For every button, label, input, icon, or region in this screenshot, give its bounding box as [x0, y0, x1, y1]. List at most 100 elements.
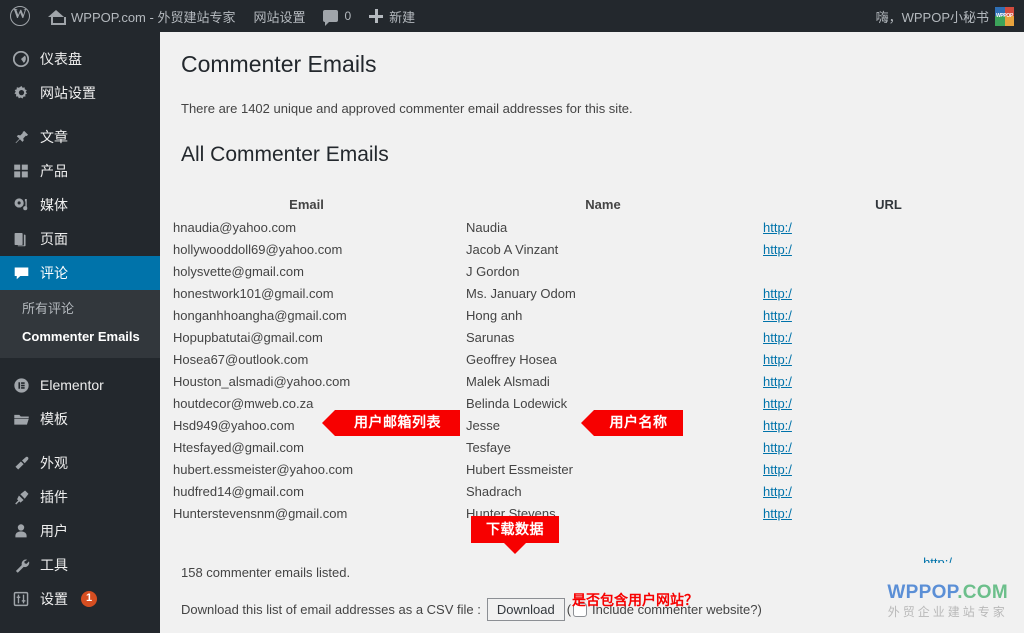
cell-url: http:/: [753, 352, 1024, 367]
cell-url: http:/: [753, 396, 1024, 411]
brush-icon: [11, 453, 31, 473]
sidebar-item-dashboard[interactable]: 仪表盘: [0, 42, 160, 76]
sidebar-item-tools[interactable]: 工具: [0, 548, 160, 582]
cell-name: Jacob A Vinzant: [466, 241, 559, 257]
wrench-icon: [11, 555, 31, 575]
sidebar-item-label: 产品: [40, 163, 68, 179]
commenter-url-link[interactable]: http:/: [763, 330, 792, 345]
sidebar-item-label: 媒体: [40, 197, 68, 213]
cell-name: Naudia: [466, 219, 508, 235]
comments-menu[interactable]: 0: [314, 0, 360, 32]
column-header-url: URL: [875, 196, 902, 212]
cell-email: Houston_alsmadi@yahoo.com: [173, 373, 351, 389]
watermark-brand: WPPOP.COM: [887, 582, 1008, 604]
annotation-include-website: 是否包含用户网站？: [572, 593, 698, 609]
commenter-url-link[interactable]: http:/: [763, 220, 792, 235]
home-icon: [48, 9, 66, 25]
commenter-url-link[interactable]: http:/: [763, 286, 792, 301]
table-row: hollywooddoll69@yahoo.com Jacob A Vinzant…: [160, 238, 1024, 260]
menu-separator-1: [0, 110, 160, 120]
sidebar-item-users[interactable]: 用户: [0, 514, 160, 548]
sidebar-item-label: 设置: [40, 591, 68, 607]
avatar-label: WPPOP: [995, 12, 1014, 19]
commenter-url-link[interactable]: http:/: [763, 242, 792, 257]
folder-icon: [11, 409, 31, 429]
paren-open: (: [566, 602, 572, 617]
wordpress-logo-icon: W: [10, 6, 30, 26]
table-row: hnaudia@yahoo.com Naudia http:/: [160, 216, 1024, 238]
cell-email: hudfred14@gmail.com: [173, 483, 304, 499]
sidebar-item-comments[interactable]: 评论: [0, 256, 168, 290]
commenter-url-link[interactable]: http:/: [763, 440, 792, 455]
sidebar-item-products[interactable]: 产品: [0, 154, 160, 188]
submenu-item-label: Commenter Emails: [22, 329, 140, 344]
cell-url: http:/: [753, 506, 1024, 521]
commenter-url-link[interactable]: http:/: [763, 308, 792, 323]
column-header-email: Email: [289, 196, 324, 212]
commenter-url-link[interactable]: http:/: [763, 396, 792, 411]
site-settings-menu[interactable]: 网站设置: [244, 0, 314, 32]
truncated-link[interactable]: http:/: [923, 556, 952, 563]
column-header-name: Name: [585, 196, 621, 212]
page-title: Commenter Emails: [181, 51, 377, 77]
new-label: 新建: [389, 9, 416, 25]
sidebar-item-settings[interactable]: 设置 1: [0, 582, 160, 616]
sidebar-item-pages[interactable]: 页面: [0, 222, 160, 256]
cell-url: http:/: [753, 374, 1024, 389]
commenter-url-link[interactable]: http:/: [763, 352, 792, 367]
cell-url: http:/: [753, 242, 1024, 257]
cell-url: http:/: [753, 308, 1024, 323]
menu-spacer-top: [0, 32, 160, 42]
wordpress-logo-menu[interactable]: W: [0, 0, 39, 32]
sidebar-item-posts[interactable]: 文章: [0, 120, 160, 154]
submenu-item-all-comments[interactable]: 所有评论: [0, 295, 160, 323]
sidebar-item-appearance[interactable]: 外观: [0, 446, 160, 480]
table-row: Houston_alsmadi@yahoo.com Malek Alsmadi ht…: [160, 370, 1024, 392]
comment-bubble-icon: [11, 263, 31, 283]
menu-separator-2: [0, 358, 160, 368]
sidebar-item-label: 评论: [40, 265, 68, 281]
table-row: honestwork101@gmail.com Ms. January Odom h…: [160, 282, 1024, 304]
dashboard-icon: [11, 49, 31, 69]
page-icon: [11, 229, 31, 249]
table-body: hnaudia@yahoo.com Naudia http:/hollywooddo…: [160, 216, 1024, 524]
sidebar-item-elementor[interactable]: Elementor: [0, 368, 160, 402]
commenter-url-link[interactable]: http:/: [763, 462, 792, 477]
cell-name: Sarunas: [466, 329, 515, 345]
new-content-menu[interactable]: 新建: [360, 0, 424, 32]
sidebar-item-templates[interactable]: 模板: [0, 402, 160, 436]
section-title: All Commenter Emails: [181, 143, 389, 166]
table-row: Hopupbatutai@gmail.com Sarunas http:/: [160, 326, 1024, 348]
cell-url: http:/: [753, 440, 1024, 455]
table-row: hubert.essmeister@yahoo.com Hubert Essmei…: [160, 458, 1024, 480]
cell-email: Htesfayed@gmail.com: [173, 439, 304, 455]
plus-icon: [369, 9, 384, 23]
commenter-url-link[interactable]: http:/: [763, 374, 792, 389]
greeting-label: 嗨，WPPOP小秘书: [875, 9, 989, 25]
cell-name: Ms. January Odom: [466, 285, 576, 301]
cell-email: houtdecor@mweb.co.za: [173, 395, 314, 411]
sidebar-item-label: 仪表盘: [40, 51, 82, 67]
download-button[interactable]: Download: [486, 598, 565, 621]
table-row: hudfred14@gmail.com Shadrach http:/: [160, 480, 1024, 502]
sidebar-item-site-settings[interactable]: 网站设置: [0, 76, 160, 110]
sidebar-item-media[interactable]: 媒体: [0, 188, 160, 222]
elementor-icon: [11, 375, 31, 395]
my-account-menu[interactable]: 嗨，WPPOP小秘书: [867, 0, 989, 32]
sidebar-item-plugins[interactable]: 插件: [0, 480, 160, 514]
cell-name: Hubert Essmeister: [466, 461, 573, 477]
avatar[interactable]: WPPOP: [995, 6, 1014, 26]
submenu-item-commenter-emails[interactable]: Commenter Emails: [0, 323, 160, 351]
comment-bubble-icon: [323, 10, 339, 26]
commenter-url-link[interactable]: http:/: [763, 418, 792, 433]
site-name-menu[interactable]: WPPOP.com - 外贸建站专家: [39, 0, 244, 32]
cell-name: Malek Alsmadi: [466, 373, 550, 389]
sidebar-item-label: 用户: [40, 523, 68, 539]
cell-name: Hong anh: [466, 307, 523, 323]
sidebar-item-label: 工具: [40, 557, 68, 573]
commenter-emails-table: Email Name URL hnaudia@yahoo.com Naudia ht…: [160, 192, 1024, 524]
user-icon: [11, 521, 31, 541]
commenter-url-link[interactable]: http:/: [763, 484, 792, 499]
cell-name: Tesfaye: [466, 439, 511, 455]
commenter-url-link[interactable]: http:/: [763, 506, 792, 521]
